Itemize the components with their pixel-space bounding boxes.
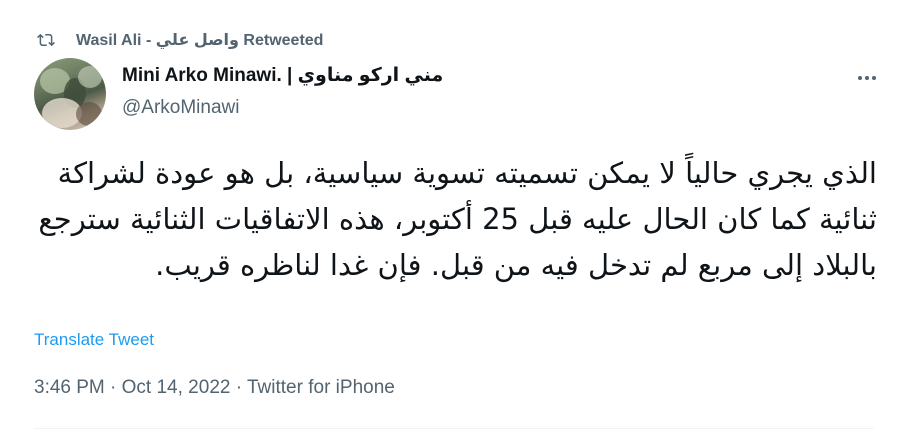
tweet-card[interactable]: Wasil Ali - واصل علي Retweeted Mini Arko… xyxy=(0,0,908,432)
avatar[interactable] xyxy=(34,58,106,130)
meta-separator: · xyxy=(104,377,122,398)
author-display-name[interactable]: Mini Arko Minawi. | مني اركو مناوي xyxy=(122,64,443,88)
more-options-icon[interactable] xyxy=(852,66,882,90)
author-block[interactable]: Mini Arko Minawi. | مني اركو مناوي @Arko… xyxy=(122,64,443,120)
meta-separator: · xyxy=(230,377,247,398)
tweet-meta: 3:46 PM · Oct 14, 2022 · Twitter for iPh… xyxy=(34,377,395,399)
retweet-indicator[interactable]: Wasil Ali - واصل علي Retweeted xyxy=(34,28,323,52)
tweet-time[interactable]: 3:46 PM xyxy=(34,377,105,398)
divider xyxy=(34,428,874,429)
tweet-date[interactable]: Oct 14, 2022 xyxy=(122,377,231,398)
retweet-icon xyxy=(34,28,58,52)
translate-tweet-link[interactable]: Translate Tweet xyxy=(34,330,154,350)
tweet-text: الذي يجري حالياً لا يمكن تسميته تسوية سي… xyxy=(38,156,877,282)
retweet-label: Wasil Ali - واصل علي Retweeted xyxy=(76,32,324,49)
tweet-source[interactable]: Twitter for iPhone xyxy=(247,377,395,398)
author-handle[interactable]: @ArkoMinawi xyxy=(122,96,443,120)
